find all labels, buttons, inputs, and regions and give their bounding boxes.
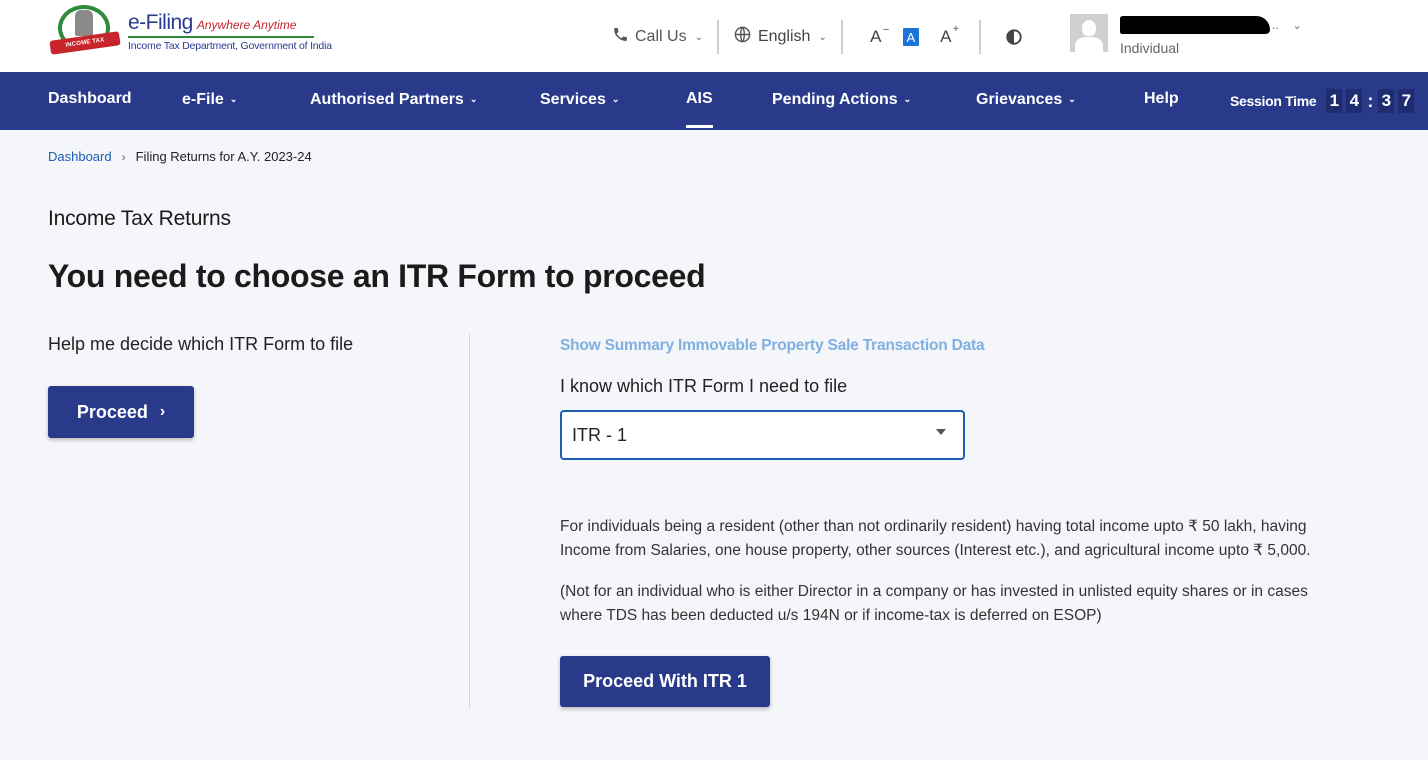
- help-decide-text: Help me decide which ITR Form to file: [48, 334, 354, 354]
- contrast-toggle-button[interactable]: [1003, 26, 1025, 48]
- itr-form-select[interactable]: ITR - 1: [560, 410, 965, 460]
- itr-description: For individuals being a resident (other …: [560, 518, 1311, 559]
- chevron-down-icon: ⌄: [903, 94, 912, 104]
- nav-label: AIS: [686, 90, 713, 107]
- nav-grievances[interactable]: Grievances ⌄: [976, 72, 1076, 130]
- divider: [978, 20, 981, 54]
- divider: [716, 20, 719, 54]
- chevron-right-icon: ›: [159, 403, 166, 420]
- session-digit: 4: [1346, 89, 1363, 113]
- session-digit: 7: [1398, 89, 1415, 113]
- nav-label: Help: [1144, 90, 1179, 107]
- user-role: Individual: [1120, 40, 1180, 56]
- font-decrease-icon: A: [870, 27, 882, 46]
- logo-title: e-Filing: [128, 10, 193, 34]
- nav-label: Pending Actions: [772, 91, 898, 108]
- nav-label: Authorised Partners: [310, 91, 464, 108]
- nav-label: Dashboard: [48, 90, 132, 107]
- efiling-logo[interactable]: INCOME TAX DEPARTMENT e-Filing Anywhere …: [48, 4, 332, 63]
- contrast-icon: [1006, 29, 1022, 45]
- language-label: English: [757, 28, 811, 45]
- font-decrease-button[interactable]: A –: [865, 24, 889, 48]
- font-default-icon: A: [906, 29, 916, 45]
- itr-form-label: I know which ITR Form I need to file: [560, 376, 848, 396]
- chevron-down-icon: ⌄: [694, 31, 703, 43]
- avatar: [1070, 14, 1108, 52]
- nav-label: Services: [540, 91, 606, 108]
- nav-help[interactable]: Help: [1144, 72, 1179, 130]
- header-tools: Call Us ⌄ English ⌄ A – A A +: [612, 20, 1033, 54]
- session-separator: :: [1367, 91, 1374, 111]
- session-time-label: Session Time: [1230, 93, 1317, 109]
- chevron-down-icon: ⌄: [611, 94, 620, 104]
- font-increase-icon: A: [940, 27, 952, 46]
- proceed-label: Proceed: [76, 401, 148, 422]
- nav-e-file[interactable]: e-File ⌄: [182, 72, 237, 130]
- proceed-button[interactable]: Proceed ›: [48, 386, 194, 438]
- nav-dashboard[interactable]: Dashboard: [48, 72, 132, 130]
- logo-divider: [128, 35, 314, 38]
- logo-tagline: Anywhere Anytime: [196, 17, 297, 32]
- caret-down-icon: [936, 429, 946, 435]
- chevron-down-icon: ⌄: [229, 94, 238, 104]
- chevron-down-icon: ⌄: [1068, 94, 1076, 104]
- call-us-dropdown[interactable]: Call Us ⌄: [612, 26, 703, 48]
- user-menu[interactable]: .. ⌄ Individual: [1070, 14, 1302, 56]
- main-nav: Dashboard e-File ⌄ Authorised Partners ⌄ S…: [0, 72, 1428, 130]
- proceed-with-itr-label: Proceed With ITR 1: [583, 671, 747, 691]
- section-label: Income Tax Returns: [48, 207, 231, 230]
- font-increase-button[interactable]: A +: [935, 24, 959, 48]
- breadcrumb-current: Filing Returns for A.Y. 2023-24: [135, 149, 312, 164]
- page-title: You need to choose an ITR Form to procee…: [48, 258, 706, 294]
- emblem-icon: INCOME TAX DEPARTMENT: [48, 4, 122, 63]
- language-dropdown[interactable]: English ⌄: [733, 25, 827, 49]
- chevron-right-icon: ›: [121, 149, 126, 164]
- top-header: INCOME TAX DEPARTMENT e-Filing Anywhere …: [0, 0, 1428, 72]
- itr-note: (Not for an individual who is either Dir…: [560, 583, 1308, 624]
- show-summary-link[interactable]: Show Summary Immovable Property Sale Tra…: [560, 337, 985, 355]
- chevron-down-icon: ⌄: [1292, 19, 1302, 32]
- user-name-ellipsis: ..: [1272, 18, 1279, 32]
- phone-icon: [612, 26, 629, 48]
- divider: [840, 20, 843, 54]
- chevron-down-icon: ⌄: [469, 94, 478, 104]
- redacted-user-name: [1120, 16, 1270, 34]
- session-timer: Session Time 1 4 : 3 7: [1230, 72, 1416, 130]
- breadcrumb: Dashboard › Filing Returns for A.Y. 2023…: [48, 149, 312, 164]
- session-digit: 3: [1378, 89, 1395, 113]
- breadcrumb-dashboard-link[interactable]: Dashboard: [48, 149, 112, 164]
- nav-authorised-partners[interactable]: Authorised Partners ⌄: [310, 72, 477, 130]
- nav-ais[interactable]: AIS: [686, 72, 713, 130]
- call-us-label: Call Us: [635, 28, 687, 45]
- font-default-button[interactable]: A: [902, 28, 919, 46]
- globe-icon: [733, 25, 752, 49]
- nav-services[interactable]: Services ⌄: [540, 72, 619, 130]
- chevron-down-icon: ⌄: [818, 31, 827, 43]
- help-decide-section: Help me decide which ITR Form to file: [48, 334, 353, 355]
- proceed-with-itr-button[interactable]: Proceed With ITR 1: [560, 656, 770, 707]
- logo-subtitle: Income Tax Department, Government of Ind…: [128, 39, 332, 52]
- session-digit: 1: [1326, 89, 1343, 113]
- selected-itr-form: ITR - 1: [572, 424, 628, 445]
- column-divider: [469, 334, 470, 708]
- nav-label: Grievances: [976, 91, 1063, 108]
- nav-label: e-File: [182, 91, 224, 108]
- nav-pending-actions[interactable]: Pending Actions ⌄: [772, 72, 911, 130]
